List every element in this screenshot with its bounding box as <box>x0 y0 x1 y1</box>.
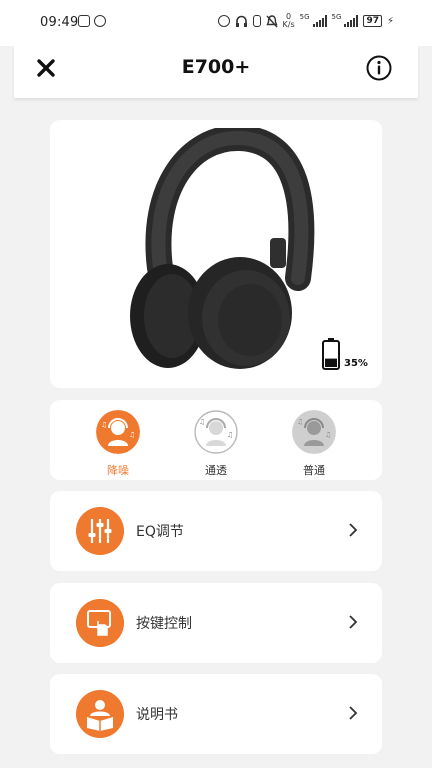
headset-status-icon <box>235 15 247 27</box>
menu-label-button-control: 按键控制 <box>136 616 192 632</box>
mode-label-transparency: 通透 <box>205 464 227 477</box>
battery-percentage: 35% <box>344 358 368 369</box>
speed-unit: K/s <box>282 20 295 29</box>
manual-icon <box>76 690 124 738</box>
svg-text:♫: ♫ <box>199 418 205 426</box>
svg-text:♫: ♫ <box>227 431 233 439</box>
page-title: E700+ <box>181 56 251 78</box>
mode-transparency[interactable]: ♫ ♫ 通透 <box>192 410 240 478</box>
menu-label-eq: EQ调节 <box>136 524 184 540</box>
touch-control-icon <box>76 599 124 647</box>
signal-icon-2 <box>344 15 359 27</box>
chevron-right-icon <box>349 706 358 720</box>
mode-noise-cancelling[interactable]: ♫ ♫ 降噪 <box>94 410 142 478</box>
app-notification-icon <box>94 15 106 27</box>
phone-battery-indicator: 97 <box>363 15 382 27</box>
network-type-1: 5G <box>299 13 310 21</box>
mode-normal[interactable]: ♫ ♫ 普通 <box>290 410 338 478</box>
svg-text:♫: ♫ <box>101 421 107 429</box>
status-notification-icons <box>78 15 106 27</box>
svg-text:♫: ♫ <box>325 431 331 439</box>
chevron-right-icon <box>349 615 358 629</box>
alarm-icon <box>217 15 230 27</box>
battery-icon <box>322 338 340 370</box>
svg-text:♫: ♫ <box>297 418 303 426</box>
status-bar: 09:49 0 K/s 5G 5G 97 ⚡ <box>0 0 432 46</box>
info-icon[interactable] <box>366 55 392 81</box>
transparency-icon: ♫ ♫ <box>194 410 238 454</box>
noise-cancelling-icon: ♫ ♫ <box>96 410 140 454</box>
network-speed: 0 K/s <box>283 13 295 29</box>
menu-item-button-control[interactable]: 按键控制 <box>50 583 382 663</box>
nfc-icon <box>78 15 90 27</box>
mode-label-noise-cancelling: 降噪 <box>107 464 129 477</box>
menu-item-eq[interactable]: EQ调节 <box>50 491 382 571</box>
network-type-2: 5G <box>331 13 342 21</box>
headphone-battery: 35% <box>322 338 368 370</box>
battery-saver-icon <box>252 15 261 27</box>
anc-mode-selector: ♫ ♫ 降噪 ♫ ♫ 通透 ♫ ♫ 普通 <box>50 400 382 480</box>
menu-label-manual: 说明书 <box>136 707 178 723</box>
svg-text:♫: ♫ <box>129 431 135 439</box>
mode-label-normal: 普通 <box>303 464 325 477</box>
normal-mode-icon: ♫ ♫ <box>292 410 336 454</box>
chevron-right-icon <box>349 523 358 537</box>
status-right-icons: 0 K/s 5G 5G 97 ⚡ <box>217 13 394 29</box>
menu-item-manual[interactable]: 说明书 <box>50 674 382 754</box>
signal-icon-1 <box>312 15 327 27</box>
mute-icon <box>266 14 278 27</box>
status-time: 09:49 <box>40 15 79 30</box>
app-header: E700+ <box>14 46 418 98</box>
headphones-image <box>130 128 315 369</box>
device-card: 35% <box>50 120 382 388</box>
charging-icon: ⚡ <box>386 15 394 27</box>
equalizer-icon <box>76 507 124 555</box>
